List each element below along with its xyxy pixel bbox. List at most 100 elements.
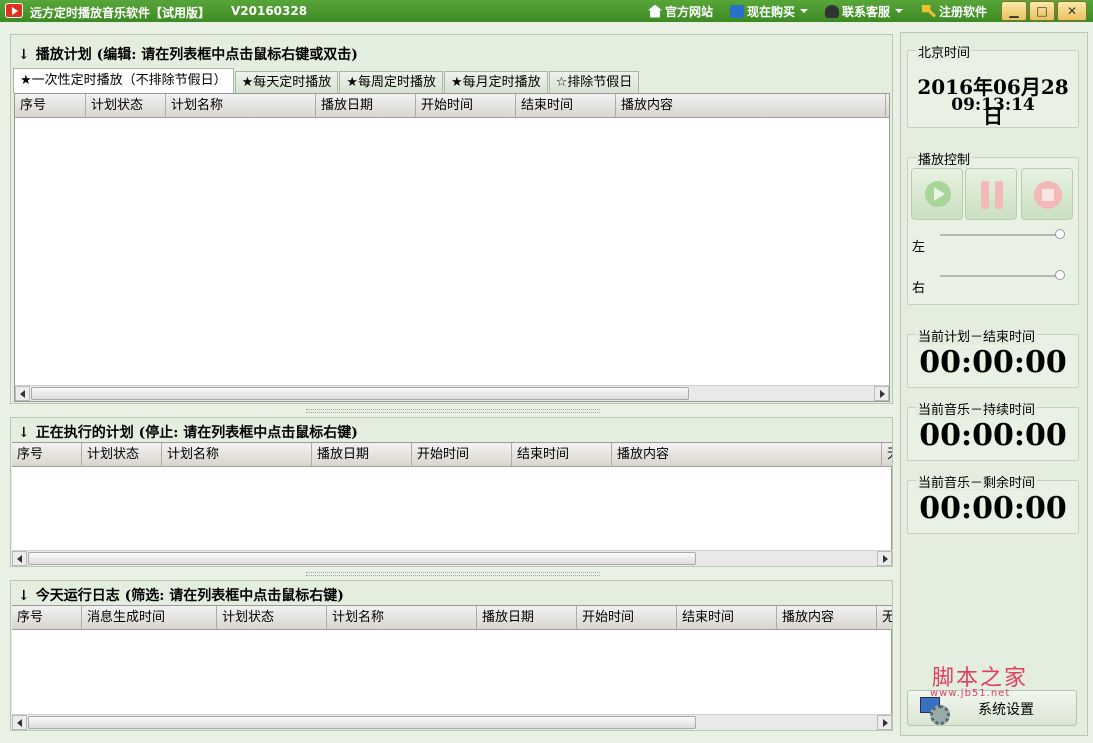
right-sidebar: 北京时间 2016年06月28日 09:13:14 播放控制 左 右 当前计划－…	[900, 32, 1088, 736]
log-panel-title: ↓ 今天运行日志 (筛选: 请在列表框中点击鼠标右键)	[18, 588, 344, 604]
column-header[interactable]: 计划状态	[217, 606, 327, 629]
scroll-right-icon[interactable]	[874, 386, 889, 401]
title-bar: 远方定时播放音乐软件【试用版】 V20160328 官方网站 现在购买 联系客服…	[0, 0, 1093, 22]
running-panel: ↓ 正在执行的计划 (停止: 请在列表框中点击鼠标右键) 序号 计划状态 计划名称…	[10, 417, 893, 567]
right-volume-slider[interactable]	[940, 270, 1065, 280]
scroll-right-icon[interactable]	[877, 551, 892, 566]
register-label: 注册软件	[939, 4, 988, 19]
playback-control: 播放控制 左 右	[907, 149, 1079, 305]
music-elapsed-value: 00:00:00	[919, 418, 1067, 453]
gear-icon	[920, 697, 950, 725]
plan-end-title: 当前计划－结束时间	[916, 326, 1038, 345]
register-link[interactable]: 注册软件	[922, 3, 987, 19]
column-header[interactable]: 播放日期	[316, 94, 416, 117]
column-header[interactable]: 序号	[12, 606, 82, 629]
running-list[interactable]: 序号 计划状态 计划名称 播放日期 开始时间 结束时间 播放内容 无	[12, 442, 892, 566]
arrow-down-icon: ↓	[18, 425, 30, 441]
play-icon	[925, 181, 951, 207]
system-settings-label: 系统设置	[978, 702, 1034, 718]
clock-title: 北京时间	[916, 42, 973, 61]
minimize-button[interactable]: ▁	[1001, 1, 1027, 21]
contact-support-menu[interactable]: 联系客服	[825, 3, 904, 19]
cart-icon	[730, 4, 744, 18]
splitter-handle[interactable]	[306, 409, 600, 413]
column-header[interactable]: 开始时间	[416, 94, 516, 117]
log-list[interactable]: 序号 消息生成时间 计划状态 计划名称 播放日期 开始时间 结束时间 播放内容 …	[12, 605, 892, 730]
log-panel: ↓ 今天运行日志 (筛选: 请在列表框中点击鼠标右键) 序号 消息生成时间 计划状…	[10, 580, 893, 731]
plan-list[interactable]: 序号 计划状态 计划名称 播放日期 开始时间 结束时间 播放内容	[14, 93, 890, 402]
left-volume-knob[interactable]	[1055, 229, 1065, 239]
buy-now-menu[interactable]: 现在购买	[730, 3, 809, 19]
column-header[interactable]: 开始时间	[412, 443, 512, 466]
maximize-button[interactable]: □	[1029, 1, 1055, 21]
column-header[interactable]: 播放内容	[777, 606, 877, 629]
column-header[interactable]: 开始时间	[577, 606, 677, 629]
column-header[interactable]: 计划名称	[166, 94, 316, 117]
running-list-hscrollbar[interactable]	[12, 550, 892, 566]
column-header[interactable]: 结束时间	[512, 443, 612, 466]
column-header[interactable]: 消息生成时间	[82, 606, 217, 629]
column-header[interactable]: 播放日期	[477, 606, 577, 629]
splitter-handle[interactable]	[306, 572, 600, 576]
scroll-thumb[interactable]	[28, 552, 696, 565]
column-header[interactable]: 序号	[12, 443, 82, 466]
left-volume-slider[interactable]	[940, 229, 1065, 239]
official-site-label: 官方网站	[665, 4, 714, 19]
log-list-header: 序号 消息生成时间 计划状态 计划名称 播放日期 开始时间 结束时间 播放内容 …	[12, 606, 892, 630]
app-icon	[5, 3, 23, 18]
tab-weekly[interactable]: ★每周定时播放	[339, 71, 443, 93]
column-header[interactable]: 播放日期	[312, 443, 412, 466]
scroll-thumb[interactable]	[28, 716, 696, 729]
tab-exclude-holidays[interactable]: ☆排除节假日	[548, 71, 640, 93]
buy-now-label: 现在购买	[747, 4, 796, 19]
scroll-left-icon[interactable]	[12, 715, 27, 730]
column-header[interactable]: 播放内容	[612, 443, 882, 466]
plan-end-value: 00:00:00	[919, 345, 1067, 380]
tab-monthly[interactable]: ★每月定时播放	[443, 71, 548, 93]
plan-list-hscrollbar[interactable]	[15, 385, 889, 401]
beijing-clock: 北京时间 2016年06月28日 09:13:14	[907, 42, 1079, 128]
plan-end-time: 当前计划－结束时间 00:00:00	[907, 326, 1079, 388]
scroll-left-icon[interactable]	[15, 386, 30, 401]
right-volume-knob[interactable]	[1055, 270, 1065, 280]
plan-panel-title: ↓ 播放计划 (编辑: 请在列表框中点击鼠标右键或双击)	[18, 47, 358, 63]
column-header[interactable]: 结束时间	[516, 94, 616, 117]
column-header[interactable]: 计划状态	[82, 443, 162, 466]
scroll-right-icon[interactable]	[877, 715, 892, 730]
pause-button[interactable]	[965, 168, 1017, 220]
column-header[interactable]: 无	[882, 443, 892, 466]
scroll-left-icon[interactable]	[12, 551, 27, 566]
column-header[interactable]: 播放内容	[616, 94, 886, 117]
log-list-hscrollbar[interactable]	[12, 714, 892, 730]
clock-time: 09:13:14	[951, 95, 1035, 115]
window-title: 远方定时播放音乐软件【试用版】	[30, 6, 211, 20]
chevron-down-icon	[895, 9, 904, 13]
running-panel-title: ↓ 正在执行的计划 (停止: 请在列表框中点击鼠标右键)	[18, 425, 358, 441]
tab-daily[interactable]: ★每天定时播放	[234, 71, 339, 93]
official-site-link[interactable]: 官方网站	[648, 3, 713, 19]
column-header[interactable]: 无	[877, 606, 892, 629]
music-remaining-title: 当前音乐－剩余时间	[916, 472, 1038, 491]
home-icon	[648, 4, 662, 18]
stop-button[interactable]	[1021, 168, 1073, 220]
play-button[interactable]	[911, 168, 963, 220]
music-elapsed-time: 当前音乐－持续时间 00:00:00	[907, 399, 1079, 461]
arrow-down-icon: ↓	[18, 588, 30, 604]
column-header[interactable]: 计划状态	[86, 94, 166, 117]
stop-icon	[1034, 181, 1062, 209]
scroll-thumb[interactable]	[31, 387, 689, 400]
column-header[interactable]: 计划名称	[162, 443, 312, 466]
user-icon	[825, 4, 839, 18]
left-channel-label: 左	[912, 240, 926, 255]
tab-one-time[interactable]: ★一次性定时播放（不排除节假日）	[13, 68, 234, 93]
chevron-down-icon	[800, 9, 809, 13]
music-remaining-value: 00:00:00	[919, 491, 1067, 526]
plan-panel: ↓ 播放计划 (编辑: 请在列表框中点击鼠标右键或双击) ★一次性定时播放（不排除…	[10, 34, 893, 404]
column-header[interactable]: 序号	[15, 94, 86, 117]
plan-tabs: ★一次性定时播放（不排除节假日） ★每天定时播放 ★每周定时播放 ★每月定时播放…	[13, 68, 640, 93]
music-elapsed-title: 当前音乐－持续时间	[916, 399, 1038, 418]
close-button[interactable]: ✕	[1057, 1, 1087, 21]
column-header[interactable]: 计划名称	[327, 606, 477, 629]
contact-support-label: 联系客服	[842, 4, 891, 19]
column-header[interactable]: 结束时间	[677, 606, 777, 629]
